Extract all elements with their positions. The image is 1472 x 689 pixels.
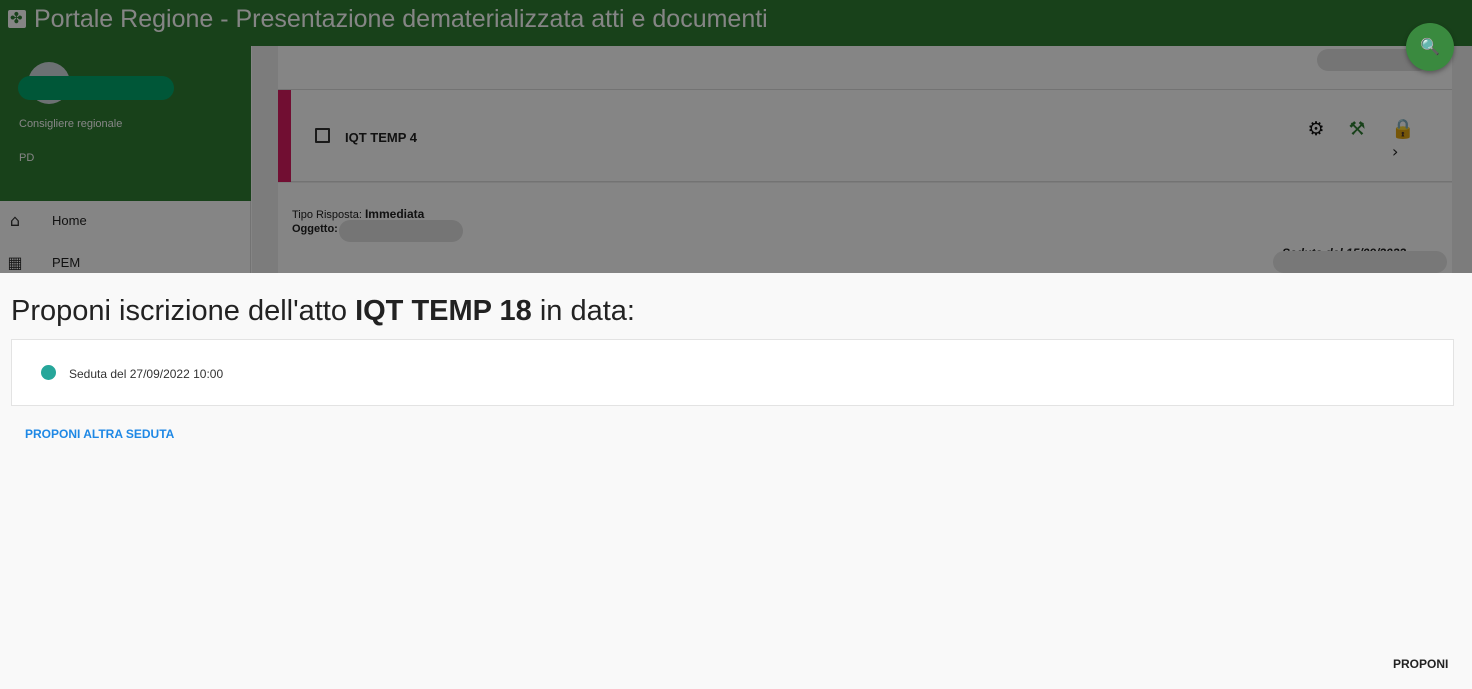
- sheet-title: Proponi iscrizione dell'atto IQT TEMP 18…: [11, 295, 635, 328]
- proponi-altra-seduta-button[interactable]: PROPONI ALTRA SEDUTA: [25, 427, 174, 441]
- search-icon: 🔍: [1420, 37, 1440, 56]
- title-suffix: in data:: [539, 295, 635, 327]
- search-fab[interactable]: 🔍: [1406, 23, 1454, 71]
- proponi-button[interactable]: PROPONI: [1393, 657, 1448, 671]
- proponi-sheet: Proponi iscrizione dell'atto IQT TEMP 18…: [0, 273, 1472, 689]
- seduta-option-label[interactable]: Seduta del 27/09/2022 10:00: [69, 367, 223, 381]
- seduta-option-list: Seduta del 27/09/2022 10:00: [11, 339, 1454, 406]
- title-act-id: IQT TEMP 18: [355, 295, 532, 327]
- seduta-radio[interactable]: [41, 365, 56, 380]
- modal-scrim[interactable]: [0, 0, 1472, 273]
- background-app: Portale Regione - Presentazione demateri…: [0, 0, 1472, 273]
- title-prefix: Proponi iscrizione dell'atto: [11, 295, 347, 327]
